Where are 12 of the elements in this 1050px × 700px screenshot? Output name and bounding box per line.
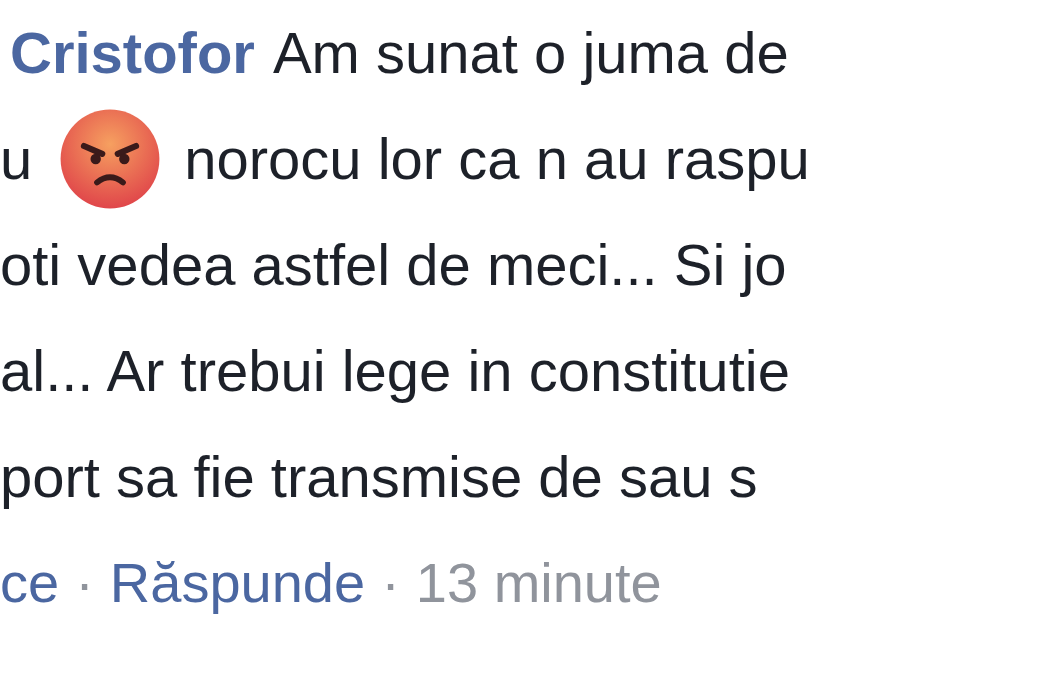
action-link[interactable]: ce — [0, 530, 60, 636]
timestamp: 13 minute — [415, 550, 662, 616]
comment-text: u — [0, 125, 33, 193]
separator-dot: · — [75, 550, 94, 616]
comment-text: al... Ar trebui lege in constitutie — [0, 337, 790, 405]
comment-text: oti vedea astfel de meci... Si jo — [0, 231, 787, 299]
separator-dot: · — [381, 550, 400, 616]
comment-text: norocu lor ca n au raspu — [184, 125, 810, 193]
comment-text: port sa fie transmise de sau s — [0, 443, 758, 511]
comment-text: Am sunat o juma de — [272, 19, 789, 87]
action-link[interactable]: Răspunde — [109, 530, 366, 636]
author-link[interactable]: Cristofor — [10, 0, 255, 106]
